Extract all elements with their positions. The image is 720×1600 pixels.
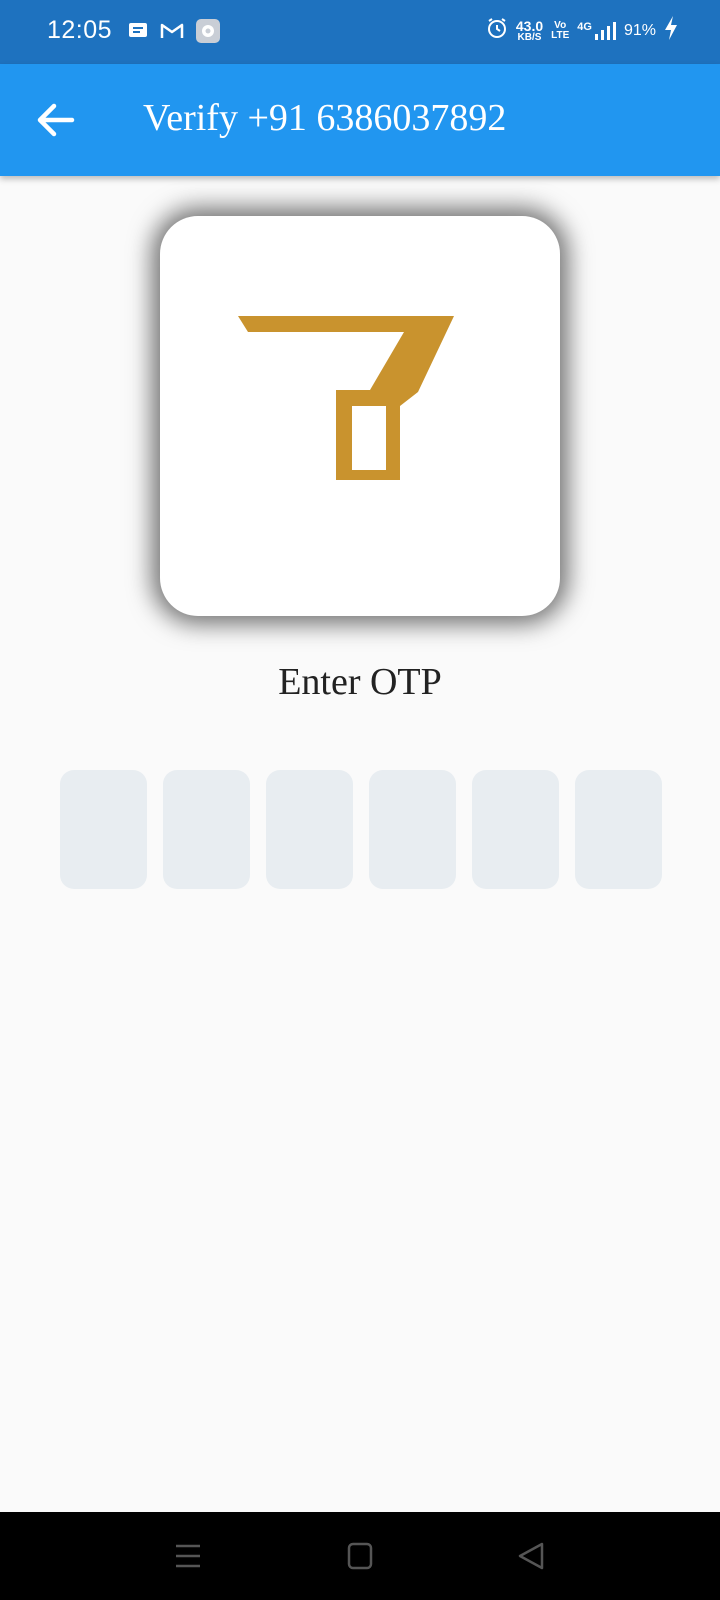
nav-back-button[interactable] bbox=[512, 1538, 552, 1574]
otp-digit-3[interactable] bbox=[266, 770, 353, 889]
status-right: 43.0 KB/S Vo LTE 4G 91% bbox=[486, 16, 678, 45]
otp-digit-4[interactable] bbox=[369, 770, 456, 889]
system-nav-bar bbox=[0, 1512, 720, 1600]
home-icon bbox=[347, 1542, 373, 1570]
notification-icons bbox=[128, 19, 220, 48]
logo-card bbox=[160, 216, 560, 616]
volte-bottom: LTE bbox=[551, 29, 570, 41]
back-button[interactable] bbox=[34, 94, 80, 146]
status-bar: 12:05 43.0 KB/S Vo LTE 4G 91% bbox=[0, 0, 720, 64]
otp-digit-1[interactable] bbox=[60, 770, 147, 889]
recents-button[interactable] bbox=[168, 1538, 208, 1574]
otp-digit-5[interactable] bbox=[472, 770, 559, 889]
back-triangle-icon bbox=[518, 1542, 544, 1570]
settings-app-icon bbox=[196, 19, 220, 48]
network-speed-value: 43.0 bbox=[515, 17, 544, 34]
status-time: 12:05 bbox=[47, 16, 113, 44]
menu-icon bbox=[176, 1544, 200, 1568]
alarm-icon bbox=[486, 17, 508, 44]
arrow-left-icon bbox=[37, 103, 75, 137]
app-bar: Verify +91 6386037892 bbox=[0, 64, 720, 176]
battery-percent: 91% bbox=[623, 21, 656, 39]
signal-icon: 4G bbox=[577, 21, 616, 41]
otp-input-row bbox=[60, 770, 662, 889]
network-type: 4G bbox=[577, 20, 592, 33]
volte-top: Vo bbox=[554, 19, 567, 31]
message-icon bbox=[128, 22, 148, 45]
network-speed-unit: KB/S bbox=[517, 31, 542, 43]
charging-icon bbox=[664, 16, 678, 45]
network-speed: 43.0 KB/S bbox=[516, 19, 543, 43]
otp-label: Enter OTP bbox=[278, 661, 442, 703]
otp-digit-2[interactable] bbox=[163, 770, 250, 889]
gmail-icon bbox=[160, 22, 184, 45]
page-title: Verify +91 6386037892 bbox=[143, 97, 507, 139]
otp-digit-6[interactable] bbox=[575, 770, 662, 889]
brand-logo bbox=[238, 316, 454, 480]
home-button[interactable] bbox=[340, 1538, 380, 1574]
volte-indicator: Vo LTE bbox=[551, 19, 570, 41]
